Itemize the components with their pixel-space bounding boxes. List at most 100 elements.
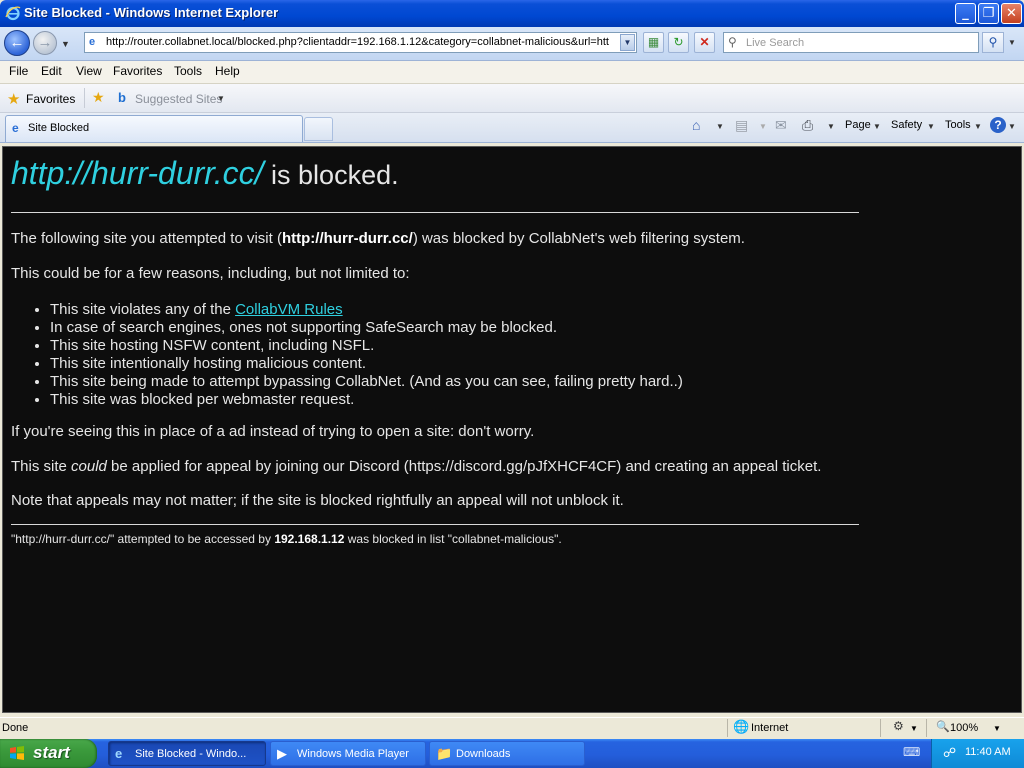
zoom-level[interactable]: 100% — [950, 722, 978, 734]
home-icon[interactable]: ⌂ — [692, 117, 700, 133]
menu-help[interactable]: Help — [215, 64, 240, 78]
status-bar — [0, 717, 1024, 740]
list-item: In case of search engines, ones not supp… — [50, 319, 683, 337]
taskbar-item-media-player[interactable]: ▶ Windows Media Player — [270, 741, 426, 766]
stop-button[interactable]: ✕ — [694, 32, 715, 53]
suggested-sites-button[interactable]: Suggested Sites — [135, 92, 222, 106]
search-options-dropdown-icon[interactable]: ▼ — [1006, 32, 1018, 53]
list-item: This site intentionally hosting maliciou… — [50, 355, 683, 373]
title-bar[interactable]: Site Blocked - Windows Internet Explorer… — [0, 0, 1024, 27]
safety-dropdown-icon[interactable]: ▼ — [927, 122, 935, 131]
start-button[interactable]: start — [0, 739, 97, 768]
bottom-divider — [11, 524, 859, 525]
globe-icon: 🌐 — [733, 719, 750, 734]
help-dropdown-icon[interactable]: ▼ — [1008, 122, 1016, 131]
search-placeholder: Live Search — [746, 37, 805, 49]
tools-dropdown-icon[interactable]: ▼ — [974, 122, 982, 131]
new-tab-button[interactable] — [304, 117, 333, 141]
intro-text: The following site you attempted to visi… — [11, 230, 745, 247]
menu-bar: File Edit View Favorites Tools Help — [0, 61, 1024, 84]
status-separator — [926, 719, 927, 737]
keyboard-icon[interactable]: ⌨ — [903, 745, 920, 759]
history-dropdown-icon[interactable]: ▼ — [61, 39, 70, 49]
menu-tools[interactable]: Tools — [174, 64, 202, 78]
network-icon[interactable]: ☍ — [943, 745, 956, 761]
heading-suffix: is blocked. — [263, 160, 399, 190]
top-divider — [11, 212, 859, 213]
blocked-url: http://hurr-durr.cc/ — [11, 155, 264, 191]
home-dropdown-icon[interactable]: ▼ — [716, 122, 724, 131]
page-dropdown-icon[interactable]: ▼ — [873, 122, 881, 131]
windows-flag-icon — [10, 746, 24, 760]
favorites-separator — [84, 88, 85, 108]
menu-edit[interactable]: Edit — [41, 64, 62, 78]
zoom-dropdown-icon[interactable]: ▼ — [993, 724, 1001, 733]
address-input[interactable]: e http://router.collabnet.local/blocked.… — [84, 32, 637, 53]
ie-icon — [5, 6, 21, 21]
reasons-list: This site violates any of the CollabVM R… — [31, 301, 683, 409]
appeal-suffix: be applied for appeal by joining our Dis… — [106, 458, 822, 475]
tab-site-blocked[interactable]: e Site Blocked — [5, 115, 303, 142]
search-icon: ⚲ — [988, 35, 998, 49]
search-input[interactable]: ⚲ Live Search — [723, 32, 979, 53]
list-item: This site was blocked per webmaster requ… — [50, 391, 683, 409]
close-icon: ✕ — [1006, 6, 1017, 21]
tab-label: Site Blocked — [28, 122, 90, 134]
refresh-button[interactable]: ↻ — [668, 32, 689, 53]
refresh-icon: ↻ — [673, 35, 684, 49]
print-icon[interactable]: ⎙ — [802, 117, 813, 134]
forward-button[interactable]: → — [33, 31, 57, 55]
clock[interactable]: 11:40 AM — [965, 746, 1011, 758]
taskbar-item-label: Downloads — [456, 748, 511, 760]
help-icon[interactable]: ? — [990, 117, 1006, 133]
protected-mode-icon[interactable]: ⚙ — [893, 719, 904, 733]
zoom-icon: 🔍 — [936, 721, 950, 733]
list-item: This site hosting NSFW content, includin… — [50, 337, 683, 355]
reason-1-prefix: This site violates any of the — [50, 301, 236, 318]
back-button[interactable]: ← — [4, 30, 30, 56]
suggested-sites-dropdown-icon[interactable]: ▼ — [217, 94, 225, 103]
taskbar-item-label: Windows Media Player — [297, 748, 409, 760]
menu-view[interactable]: View — [76, 64, 102, 78]
intro-prefix: The following site you attempted to visi… — [11, 230, 282, 247]
appeal-prefix: This site — [11, 458, 72, 475]
page-viewport[interactable]: http://hurr-durr.cc/ is blocked. The fol… — [2, 146, 1022, 713]
menu-favorites[interactable]: Favorites — [113, 64, 162, 78]
safety-menu[interactable]: Safety — [891, 119, 922, 131]
close-button[interactable]: ✕ — [1001, 3, 1022, 24]
intro-site: http://hurr-durr.cc/ — [281, 230, 413, 247]
minimize-icon: _ — [962, 6, 969, 21]
minimize-button[interactable]: _ — [955, 3, 976, 24]
ie-task-icon: e — [115, 746, 123, 761]
taskbar-item-downloads[interactable]: 📁 Downloads — [429, 741, 585, 766]
intro-suffix: ) was blocked by CollabNet's web filteri… — [412, 230, 745, 247]
collabvm-rules-link[interactable]: CollabVM Rules — [235, 301, 343, 318]
search-button[interactable]: ⚲ — [982, 32, 1004, 53]
mail-icon[interactable]: ✉ — [775, 117, 787, 134]
window-title: Site Blocked - Windows Internet Explorer — [24, 5, 279, 20]
favorites-button[interactable]: Favorites — [26, 92, 75, 106]
page-menu[interactable]: Page — [845, 119, 871, 131]
suggested-sites-icon: b — [118, 90, 126, 105]
appeal-note: Note that appeals may not matter; if the… — [11, 492, 624, 509]
compatibility-button[interactable]: ▦ — [643, 32, 664, 53]
menu-file[interactable]: File — [9, 64, 28, 78]
media-player-icon: ▶ — [277, 746, 287, 761]
address-url: http://router.collabnet.local/blocked.ph… — [106, 36, 609, 48]
feeds-icon[interactable]: ▤ — [735, 117, 748, 134]
add-favorites-icon[interactable]: ★ — [92, 89, 105, 106]
address-dropdown-icon[interactable]: ▼ — [620, 34, 635, 51]
tools-menu[interactable]: Tools — [945, 119, 971, 131]
security-zone[interactable]: Internet — [751, 722, 788, 734]
protected-mode-dropdown-icon[interactable]: ▼ — [910, 724, 918, 733]
print-dropdown-icon[interactable]: ▼ — [827, 122, 835, 131]
reasons-intro: This could be for a few reasons, includi… — [11, 265, 410, 282]
restore-button[interactable]: ❐ — [978, 3, 999, 24]
status-separator — [880, 719, 881, 737]
footer-suffix: was blocked in list "collabnet-malicious… — [344, 532, 562, 546]
forward-icon: → — [37, 34, 53, 51]
taskbar-item-ie[interactable]: e Site Blocked - Windo... — [108, 741, 266, 766]
footer-ip: 192.168.1.12 — [274, 532, 345, 546]
list-item: This site violates any of the CollabVM R… — [50, 301, 683, 319]
back-icon: ← — [9, 34, 25, 51]
